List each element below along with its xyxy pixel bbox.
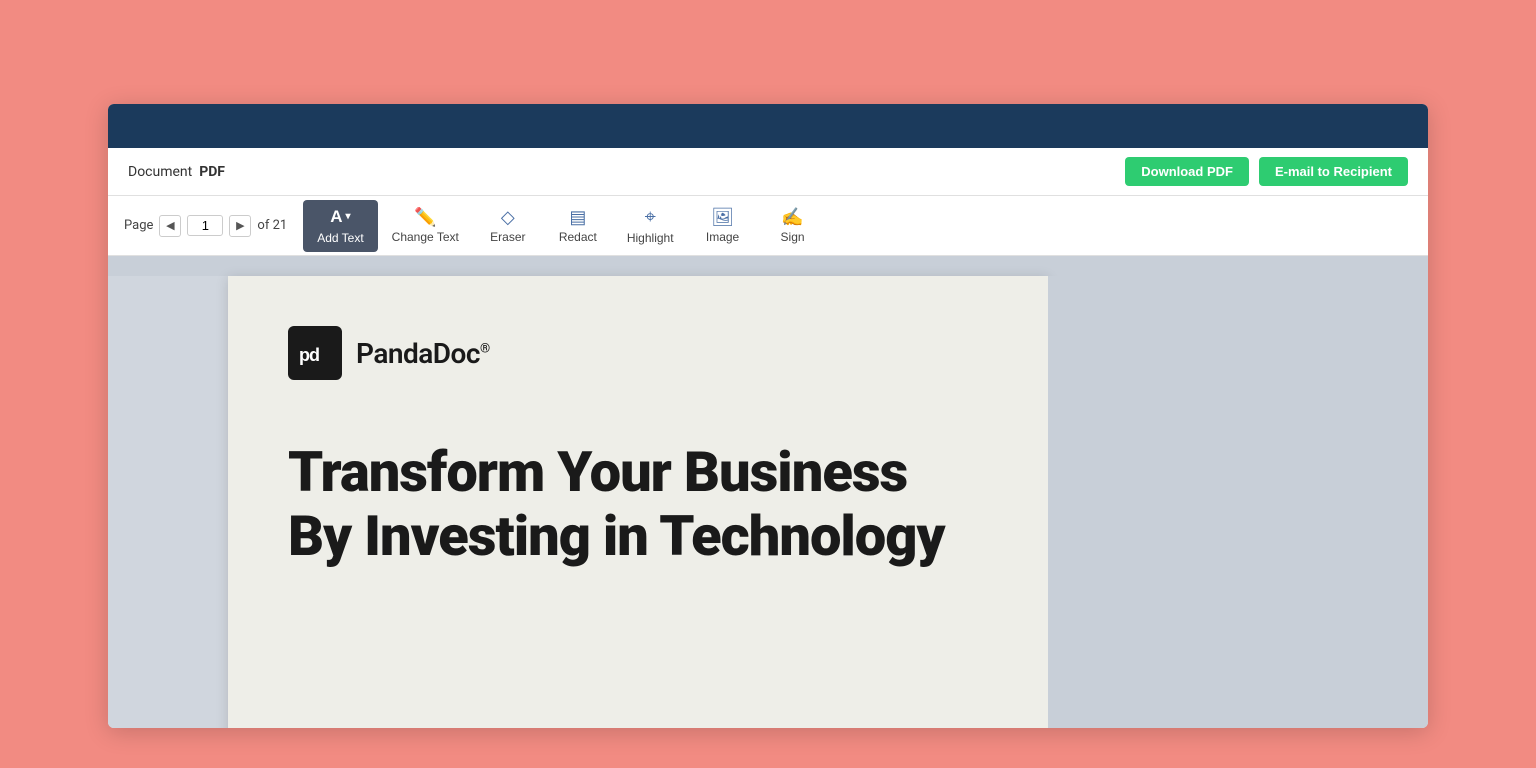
pdf-headline: Transform Your Business By Investing in … <box>288 440 988 569</box>
content-area: pd PandaDoc® Transform Your Business By … <box>108 256 1428 728</box>
pdf-logo-area: pd PandaDoc® <box>288 326 988 380</box>
highlight-icon: ⌖ <box>645 207 656 227</box>
page-number-input[interactable] <box>187 215 223 236</box>
doc-title-prefix: Document <box>128 164 192 180</box>
add-text-dropdown-arrow: ▾ <box>346 211 351 222</box>
eraser-tool-label: Eraser <box>490 230 525 244</box>
redact-icon: ▤ <box>569 208 586 226</box>
page-nav: Page ◀ ▶ of 21 <box>124 215 287 237</box>
change-text-icon: ✏️ <box>414 208 436 226</box>
doc-actions: Download PDF E-mail to Recipient <box>1125 157 1408 186</box>
change-text-tool-label: Change Text <box>392 230 459 244</box>
svg-text:pd: pd <box>299 345 319 365</box>
doc-bar: Document PDF Download PDF E-mail to Reci… <box>108 148 1428 196</box>
highlight-tool-label: Highlight <box>627 231 674 245</box>
left-sidebar <box>108 276 228 728</box>
eraser-tool-button[interactable]: ◇ Eraser <box>473 200 543 252</box>
redact-tool-button[interactable]: ▤ Redact <box>543 200 613 252</box>
right-area <box>1048 276 1428 728</box>
add-text-tool-label: Add Text <box>317 231 363 245</box>
change-text-tool-button[interactable]: ✏️ Change Text <box>378 200 473 252</box>
pandadoc-logo-text: PandaDoc® <box>356 337 490 370</box>
image-tool-label: Image <box>706 230 739 244</box>
eraser-icon: ◇ <box>501 208 515 226</box>
toolbar: Page ◀ ▶ of 21 A ▾ Add Text ✏️ Change Te… <box>108 196 1428 256</box>
page-prev-button[interactable]: ◀ <box>159 215 181 237</box>
pdf-headline-line1: Transform Your Business <box>288 440 988 504</box>
doc-title-bold: PDF <box>199 164 225 180</box>
page-of-label: of 21 <box>257 218 287 233</box>
top-bar <box>108 104 1428 148</box>
pandadoc-sup: ® <box>480 341 490 356</box>
pandadoc-logo-icon: pd <box>288 326 342 380</box>
page-next-button[interactable]: ▶ <box>229 215 251 237</box>
page-label: Page <box>124 218 153 233</box>
sign-tool-label: Sign <box>781 230 805 244</box>
image-icon: 🖼 <box>711 208 734 226</box>
doc-title: Document PDF <box>128 164 225 180</box>
download-pdf-button[interactable]: Download PDF <box>1125 157 1249 186</box>
highlight-tool-button[interactable]: ⌖ Highlight <box>613 200 688 252</box>
add-text-tool-button[interactable]: A ▾ Add Text <box>303 200 377 252</box>
pandadoc-name: PandaDoc® <box>356 337 490 370</box>
sign-tool-button[interactable]: ✍ Sign <box>758 200 828 252</box>
pdf-headline-line2: By Investing in Technology <box>288 504 988 568</box>
sign-icon: ✍ <box>781 208 803 226</box>
redact-tool-label: Redact <box>559 230 597 244</box>
add-text-icon: A ▾ <box>330 207 350 227</box>
pdf-page: pd PandaDoc® Transform Your Business By … <box>228 276 1048 728</box>
email-recipient-button[interactable]: E-mail to Recipient <box>1259 157 1408 186</box>
app-container: Document PDF Download PDF E-mail to Reci… <box>108 104 1428 728</box>
image-tool-button[interactable]: 🖼 Image <box>688 200 758 252</box>
